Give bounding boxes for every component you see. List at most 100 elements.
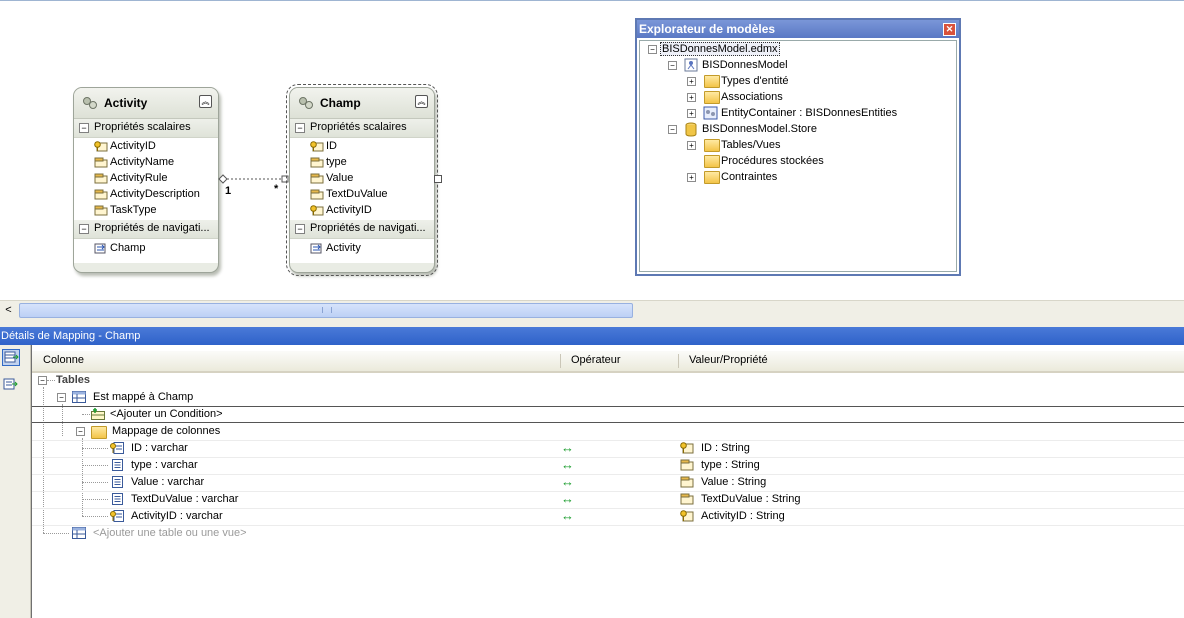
collapse-minus-icon[interactable]: − [79, 224, 89, 234]
map-to-functions-button[interactable] [2, 377, 20, 394]
collapse-minus-icon[interactable]: − [57, 393, 66, 402]
tree-node-entity-container[interactable]: EntityContainer : BISDonnesEntities [721, 105, 897, 121]
collapse-minus-icon[interactable]: − [76, 427, 85, 436]
model-browser-titlebar[interactable]: Explorateur de modèles ✕ [637, 20, 959, 38]
collapse-minus-icon[interactable]: − [295, 224, 305, 234]
collapse-icon[interactable]: ︽ [199, 95, 212, 108]
column-mapping-row[interactable]: ID : varchar ↔ ID : String [32, 440, 1184, 458]
property-icon [310, 157, 324, 168]
folder-icon [704, 139, 720, 152]
property-item[interactable]: TaskType [74, 203, 218, 219]
collapse-minus-icon[interactable]: − [668, 125, 677, 134]
tree-node-edmx[interactable]: BISDonnesModel.edmx [660, 41, 780, 57]
add-table-row[interactable]: <Ajouter une table ou une vue> [32, 525, 1184, 542]
expand-plus-icon[interactable]: + [687, 109, 696, 118]
bidirectional-arrow-icon: ↔ [561, 440, 574, 455]
column-mapping-row[interactable]: ActivityID : varchar ↔ ActivityID : Stri… [32, 508, 1184, 526]
folder-icon [704, 91, 720, 104]
scalar-properties-header[interactable]: − Propriétés scalaires [74, 119, 218, 138]
mapping-details-titlebar[interactable]: Détails de Mapping - Champ [0, 327, 1184, 345]
panel-splitter[interactable] [0, 319, 1184, 327]
table-icon [72, 527, 86, 539]
add-condition-row[interactable]: <Ajouter un Condition> [32, 406, 1184, 423]
property-item[interactable]: ActivityID [290, 203, 434, 219]
tree-guide [82, 499, 108, 500]
tree-guide [82, 465, 108, 466]
property-icon [310, 189, 324, 200]
collapse-minus-icon[interactable]: − [648, 45, 657, 54]
property-icon [680, 476, 694, 488]
column-header-operateur[interactable]: Opérateur [571, 354, 621, 366]
navigation-properties-header[interactable]: − Propriétés de navigati... [74, 220, 218, 239]
key-property-icon [310, 141, 324, 152]
folder-icon [704, 155, 720, 168]
expand-plus-icon[interactable]: + [687, 93, 696, 102]
column-icon [112, 476, 123, 488]
scroll-left-icon[interactable]: < [1, 303, 16, 317]
column-header-valeur[interactable]: Valeur/Propriété [689, 354, 768, 366]
column-mapping-row[interactable]: type : varchar ↔ type : String [32, 457, 1184, 475]
collapse-minus-icon[interactable]: − [38, 376, 47, 385]
tree-guide [43, 533, 69, 534]
collapse-icon[interactable]: ︽ [415, 95, 428, 108]
property-icon [680, 493, 694, 505]
tree-node-tables-views[interactable]: Tables/Vues [721, 137, 781, 153]
model-browser-tree[interactable]: − BISDonnesModel.edmx − BISDonnesModel +… [639, 40, 957, 272]
tree-node-tables[interactable]: − Tables [32, 372, 1184, 389]
bidirectional-arrow-icon: ↔ [561, 491, 574, 506]
key-property-icon [680, 510, 694, 522]
property-icon [94, 189, 108, 200]
entity-header[interactable]: Champ ︽ [290, 88, 434, 119]
property-item[interactable]: ID [290, 139, 434, 155]
tree-node-store-model[interactable]: BISDonnesModel.Store [702, 121, 817, 137]
navigation-properties-header[interactable]: − Propriétés de navigati... [290, 220, 434, 239]
collapse-minus-icon[interactable]: − [668, 61, 677, 70]
property-item[interactable]: ActivityDescription [74, 187, 218, 203]
expand-plus-icon[interactable]: + [687, 77, 696, 86]
horizontal-scrollbar[interactable]: < [0, 300, 1184, 320]
entity-activity[interactable]: Activity ︽ − Propriétés scalaires Activi… [73, 87, 219, 273]
designer-canvas[interactable]: Activity ︽ − Propriétés scalaires Activi… [0, 0, 1184, 300]
column-header-colonne[interactable]: Colonne [43, 354, 84, 366]
property-item[interactable]: ActivityName [74, 155, 218, 171]
column-divider[interactable] [678, 354, 679, 368]
tree-node-constraints[interactable]: Contraintes [721, 169, 777, 185]
expand-plus-icon[interactable]: + [687, 141, 696, 150]
entity-header[interactable]: Activity ︽ [74, 88, 218, 119]
property-icon [680, 459, 694, 471]
navigation-property-item[interactable]: Champ [74, 241, 218, 257]
tree-node-stored-procedures[interactable]: Procédures stockées [721, 153, 824, 169]
navigation-property-item[interactable]: Activity [290, 241, 434, 257]
entity-type-icon [83, 97, 97, 109]
expand-plus-icon[interactable]: + [687, 173, 696, 182]
property-item[interactable]: Value [290, 171, 434, 187]
function-mapping-icon [3, 378, 18, 390]
column-mappings-node[interactable]: − Mappage de colonnes [32, 423, 1184, 441]
scalar-properties-header[interactable]: − Propriétés scalaires [290, 119, 434, 138]
model-browser-window[interactable]: Explorateur de modèles ✕ − BISDonnesMode… [635, 18, 961, 276]
property-item[interactable]: ActivityRule [74, 171, 218, 187]
column-mapping-row[interactable]: Value : varchar ↔ Value : String [32, 474, 1184, 492]
column-mapping-row[interactable]: TextDuValue : varchar ↔ TextDuValue : St… [32, 491, 1184, 509]
tree-node-conceptual-model[interactable]: BISDonnesModel [702, 57, 788, 73]
key-property-icon [310, 205, 324, 216]
entity-champ[interactable]: Champ ︽ − Propriétés scalaires ID type V… [286, 84, 438, 276]
tree-node-entity-types[interactable]: Types d'entité [721, 73, 789, 89]
mapping-grid[interactable]: Colonne Opérateur Valeur/Propriété − Tab… [31, 345, 1184, 618]
property-item[interactable]: ActivityID [74, 139, 218, 155]
property-item[interactable]: TextDuValue [290, 187, 434, 203]
table-mapping-row[interactable]: − Est mappé à Champ [32, 389, 1184, 407]
column-divider[interactable] [560, 354, 561, 368]
property-item[interactable]: type [290, 155, 434, 171]
collapse-minus-icon[interactable]: − [79, 123, 89, 133]
mapping-details-title: Détails de Mapping - Champ [1, 330, 141, 342]
collapse-minus-icon[interactable]: − [295, 123, 305, 133]
tree-node-associations[interactable]: Associations [721, 89, 783, 105]
map-to-tables-button[interactable] [2, 349, 20, 366]
resize-handle[interactable] [434, 175, 442, 183]
close-icon[interactable]: ✕ [943, 23, 956, 36]
scrollbar-thumb[interactable] [19, 303, 633, 318]
tree-guide [82, 516, 108, 517]
navigation-property-icon [310, 243, 322, 254]
conceptual-model-icon [684, 58, 698, 72]
